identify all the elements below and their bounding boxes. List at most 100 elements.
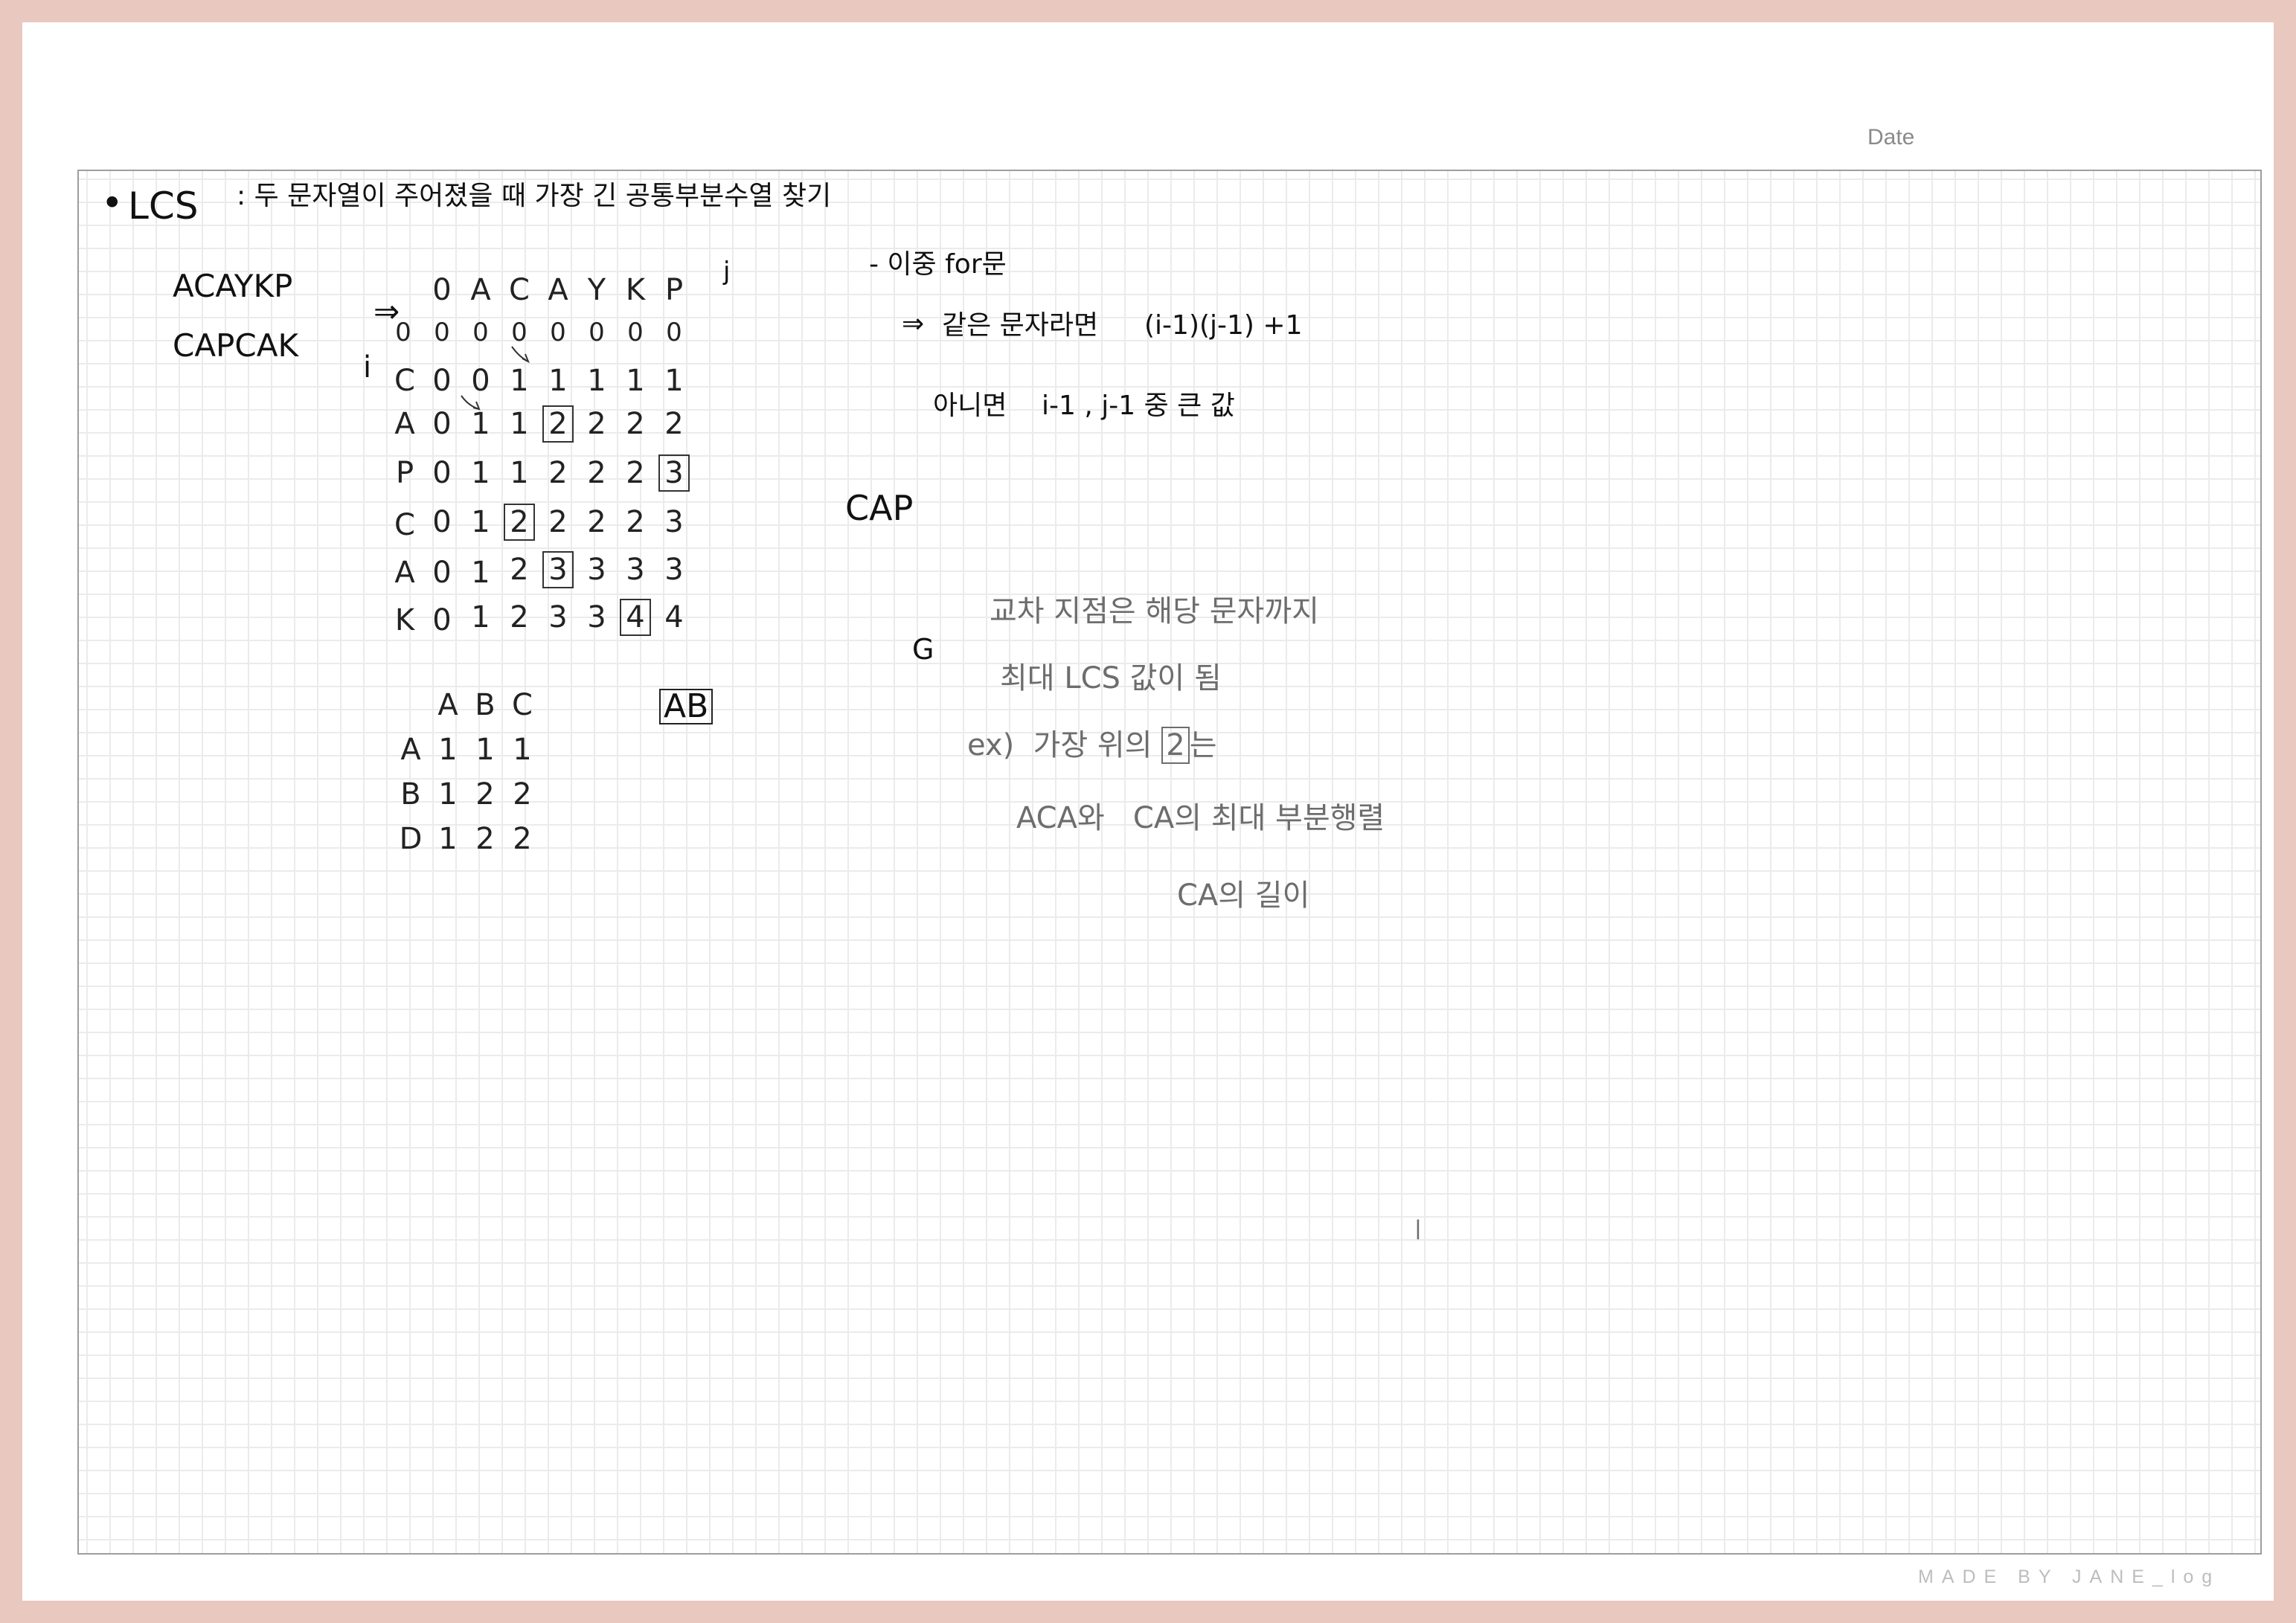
g-mark: G [912,633,934,666]
note-page: Date • LCS : 두 문자열이 주어졌을 때 가장 긴 공통부분수열 찾… [22,22,2274,1601]
table-col-header: A [548,273,568,307]
table-cell: 0 [395,318,411,347]
table-cell: 2 [587,505,606,539]
table-cell-highlighted: 3 [539,551,577,588]
table-cell: 3 [626,553,645,587]
small-table-row-label: A [400,733,421,767]
algorithm-line-3: 아니면 [933,391,1007,421]
table-cell: 0 [432,505,452,539]
table-row-label: K [394,603,415,637]
algorithm-arrow: ⇒ [902,309,925,339]
small-table-row-label: D [399,822,423,856]
small-table-cell: 1 [475,733,495,767]
table-cell: 1 [587,364,606,398]
table-row-label: P [395,456,414,490]
table-cell: 2 [510,553,529,587]
table-cell: 0 [432,364,452,398]
table-cell: 4 [664,600,684,634]
table-cell: 0 [472,318,489,347]
stray-pen-mark: ㅣ [1408,1218,1428,1244]
algorithm-formula-2: i-1 , j-1 중 큰 값 [1042,391,1235,421]
table-col-header: K [625,273,646,307]
table-cell: 2 [626,505,645,539]
table-cell-highlighted: 4 [616,599,655,636]
table-cell: 3 [548,600,568,634]
j-label: j [723,257,731,286]
title-topic: LCS [128,184,199,228]
example-string-1: ACAYKP [173,268,293,304]
table-cell: 1 [510,407,529,441]
table-cell: 1 [471,407,490,441]
table-cell: 0 [434,318,450,347]
table-cell: 0 [432,407,452,441]
explanation-line-2: 최대 LCS 값이 됨 [1000,661,1222,695]
table-cell-highlighted: 3 [655,454,693,492]
small-table-cell: 1 [438,822,458,856]
table-col-header: Y [587,273,606,307]
table-cell: 1 [548,364,568,398]
grid-note-area[interactable]: • LCS : 두 문자열이 주어졌을 때 가장 긴 공통부분수열 찾기 ACA… [77,170,2262,1555]
table-cell: 3 [664,553,684,587]
algorithm-line-2: 같은 문자라면 [942,310,1099,341]
table-cell: 2 [626,407,645,441]
table-cell-highlighted: 2 [500,504,539,541]
table-cell: 3 [587,553,606,587]
table-cell: 0 [432,556,452,590]
table-col-header: 0 [432,273,452,307]
table-cell-highlighted: 2 [539,405,577,443]
explanation-line-3: ex) 가장 위의 2는 [967,727,1217,764]
lcs-result: CAP [845,488,914,528]
table-cell: 1 [471,505,490,539]
small-table-answer: AB [659,689,714,724]
table-row-label: C [394,508,415,542]
table-cell: 0 [627,318,644,347]
table-cell: 2 [548,456,568,490]
table-cell: 1 [471,600,490,634]
footer-credit: MADE BY JANE_log [1918,1566,2221,1587]
table-col-header: A [470,273,491,307]
table-cell: 1 [510,456,529,490]
table-row-label: C [394,364,415,398]
small-table-cell: 2 [475,777,495,812]
table-cell: 1 [510,364,529,398]
table-cell: 0 [666,318,682,347]
table-cell: 2 [587,456,606,490]
small-table-cell: 2 [513,777,532,812]
algorithm-line-1: - 이중 for문 [869,249,1007,280]
explanation-line-5: CA의 길이 [1177,878,1310,913]
table-cell: 3 [587,600,606,634]
date-label: Date [1867,125,1915,150]
table-cell: 0 [432,603,452,637]
table-cell: 2 [548,505,568,539]
small-table-row-label: B [400,777,421,812]
title-bullet: • [101,181,124,225]
small-table-cell: 2 [475,822,495,856]
example-string-2: CAPCAK [173,327,298,364]
small-table-cell: 1 [438,733,458,767]
table-cell: 2 [510,600,529,634]
table-cell: 0 [589,318,605,347]
title-description: : 두 문자열이 주어졌을 때 가장 긴 공통부분수열 찾기 [237,181,832,211]
small-table-col-header: B [475,688,496,722]
table-cell: 0 [511,318,527,347]
table-cell: 0 [471,364,490,398]
i-label: i [363,350,372,385]
table-cell: 1 [664,364,684,398]
small-table-cell: 1 [513,733,532,767]
small-table-cell: 2 [513,822,532,856]
table-cell: 3 [664,505,684,539]
table-row-label: A [394,556,415,590]
table-col-header: P [664,273,684,307]
table-col-header: C [509,273,530,307]
explanation-line-4: ACA와 CA의 최대 부분행렬 [1016,801,1385,835]
table-cell: 1 [471,556,490,590]
explanation-line-1: 교차 지점은 해당 문자까지 [990,594,1319,629]
table-cell: 0 [550,318,566,347]
table-row-label: A [394,407,415,441]
table-cell: 2 [587,407,606,441]
table-cell: 1 [626,364,645,398]
small-table-cell: 1 [438,777,458,812]
table-cell: 2 [626,456,645,490]
table-cell: 0 [432,456,452,490]
table-cell: 1 [471,456,490,490]
